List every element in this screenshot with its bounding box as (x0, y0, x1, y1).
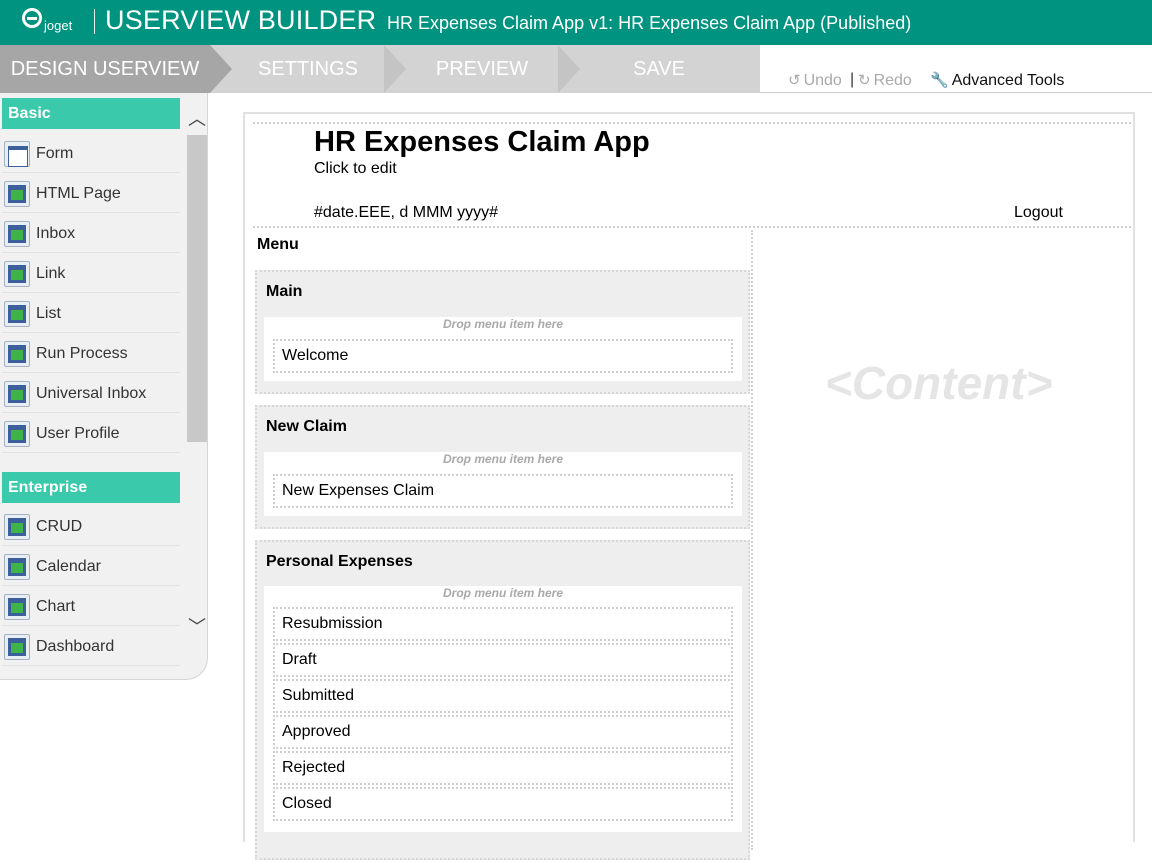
menu-item-approved[interactable]: Approved (273, 715, 733, 749)
advanced-tools-button[interactable]: 🔧 Advanced Tools (930, 71, 1064, 90)
userview-header[interactable]: HR Expenses Claim App Click to edit #dat… (253, 122, 1131, 228)
page-icon (4, 300, 30, 327)
menu-drop-area[interactable]: Drop menu item here Welcome (264, 317, 742, 381)
palette-category-enterprise[interactable]: Enterprise (2, 472, 180, 503)
advanced-tools-label: Advanced Tools (951, 72, 1065, 89)
page-icon (4, 420, 30, 447)
menu-item-resubmission[interactable]: Resubmission (273, 607, 733, 641)
palette-scrollbar[interactable] (187, 135, 207, 442)
redo-icon: ↻ (858, 72, 871, 89)
palette-item-label: User Profile (36, 424, 120, 442)
palette-item-label: Chart (36, 597, 76, 615)
page-icon (4, 593, 30, 620)
joget-logo[interactable]: joget (22, 6, 92, 38)
userview-title[interactable]: HR Expenses Claim App (314, 126, 650, 159)
page-icon (4, 180, 30, 207)
undo-icon: ↺ (788, 72, 801, 89)
tab-design-userview[interactable]: DESIGN USERVIEW (0, 45, 210, 93)
palette-item-run-process[interactable]: Run Process (2, 335, 180, 373)
menu-item-draft[interactable]: Draft (273, 643, 733, 677)
palette-item-label: Link (36, 264, 66, 282)
palette-item-label: List (36, 304, 61, 322)
page-icon (4, 553, 30, 580)
menu-column: Menu Main Drop menu item here Welcome Ne… (253, 230, 753, 860)
menu-category-personal-expenses[interactable]: Personal Expenses Drop menu item here Re… (255, 540, 750, 860)
drop-hint: Drop menu item here (442, 452, 564, 466)
header-divider (94, 9, 95, 34)
toolbar: ↺ Undo | ↻ Redo 🔧 Advanced Tools (760, 45, 1152, 93)
joget-logo-icon (22, 8, 42, 28)
palette-item-calendar[interactable]: Calendar (2, 548, 180, 586)
menu-item-submitted[interactable]: Submitted (273, 679, 733, 713)
page-icon (4, 513, 30, 540)
step-arrow (558, 45, 580, 93)
tab-save[interactable]: SAVE (580, 45, 738, 93)
palette-item-link[interactable]: Link (2, 255, 180, 293)
palette-item-label: Form (36, 144, 74, 162)
menu-item-closed[interactable]: Closed (273, 787, 733, 821)
category-label[interactable]: New Claim (266, 418, 347, 436)
page-icon (4, 340, 30, 367)
palette-item-list[interactable]: List (2, 295, 180, 333)
userview-description[interactable]: Click to edit (314, 160, 397, 178)
palette-item-label: CRUD (36, 517, 83, 535)
content-placeholder: <Content> (825, 357, 1053, 409)
palette-item-dashboard[interactable]: Dashboard (2, 628, 180, 666)
palette-item-label: Dashboard (36, 637, 115, 655)
form-icon (4, 140, 30, 167)
tab-preview[interactable]: PREVIEW (406, 45, 558, 93)
palette-category-basic[interactable]: Basic (2, 98, 180, 129)
palette-item-label: HTML Page (36, 184, 121, 202)
palette-item-html-page[interactable]: HTML Page (2, 175, 180, 213)
top-header-bar: joget USERVIEW BUILDER HR Expenses Claim… (0, 0, 1152, 45)
builder-title: USERVIEW BUILDER (105, 5, 377, 35)
palette-item-form[interactable]: Form (2, 135, 180, 173)
palette-item-label: Run Process (36, 344, 128, 362)
page-icon (4, 633, 30, 660)
menu-drop-area[interactable]: Drop menu item here Resubmission Draft S… (264, 586, 742, 832)
step-arrow (210, 45, 232, 93)
palette-item-label: Universal Inbox (36, 384, 147, 402)
palette-item-user-profile[interactable]: User Profile (2, 415, 180, 453)
palette-item-inbox[interactable]: Inbox (2, 215, 180, 253)
category-label[interactable]: Personal Expenses (266, 553, 413, 571)
tab-settings[interactable]: SETTINGS (232, 45, 384, 93)
palette-item-label: Inbox (36, 224, 76, 242)
menu-heading: Menu (257, 236, 299, 253)
toolbar-separator: | (850, 71, 855, 88)
palette-item-chart[interactable]: Chart (2, 588, 180, 626)
builder-steps: DESIGN USERVIEW SETTINGS PREVIEW SAVE (0, 45, 760, 93)
logout-link[interactable]: Logout (1014, 204, 1063, 222)
page-icon (4, 260, 30, 287)
app-subtitle: HR Expenses Claim App v1: HR Expenses Cl… (387, 13, 912, 33)
palette-item-label: Calendar (36, 557, 101, 575)
element-palette: Basic Form HTML Page Inbox Link List Run… (0, 93, 208, 680)
userview-date: #date.EEE, d MMM yyyy# (314, 204, 499, 221)
page-icon (4, 380, 30, 407)
undo-button[interactable]: ↺ Undo (788, 71, 842, 90)
menu-category-main[interactable]: Main Drop menu item here Welcome (255, 270, 750, 394)
category-label[interactable]: Main (266, 283, 302, 301)
step-arrow (384, 45, 406, 93)
menu-item-rejected[interactable]: Rejected (273, 751, 733, 785)
palette-item-universal-inbox[interactable]: Universal Inbox (2, 375, 180, 413)
wrench-icon: 🔧 (930, 72, 949, 89)
scroll-down-icon[interactable]: ﹀ (186, 616, 208, 638)
scroll-up-icon[interactable]: ︿ (186, 108, 208, 130)
menu-item-new-expenses-claim[interactable]: New Expenses Claim (273, 474, 733, 508)
undo-label: Undo (803, 72, 842, 89)
drop-hint: Drop menu item here (442, 586, 564, 600)
redo-label: Redo (873, 72, 912, 89)
menu-drop-area[interactable]: Drop menu item here New Expenses Claim (264, 452, 742, 516)
logo-text: joget (44, 18, 73, 33)
menu-category-new-claim[interactable]: New Claim Drop menu item here New Expens… (255, 405, 750, 529)
redo-button[interactable]: ↻ Redo (858, 71, 912, 90)
menu-item-welcome[interactable]: Welcome (273, 339, 733, 373)
page-icon (4, 220, 30, 247)
palette-item-crud[interactable]: CRUD (2, 508, 180, 546)
drop-hint: Drop menu item here (442, 317, 564, 331)
userview-canvas: HR Expenses Claim App Click to edit #dat… (243, 112, 1135, 860)
